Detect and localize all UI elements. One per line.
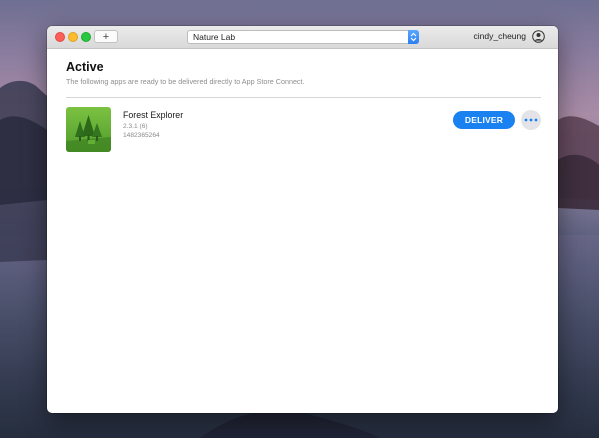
desktop-background: + Nature Lab cindy_cheung Active The fol… [0, 0, 599, 438]
app-id: 1482365264 [123, 132, 160, 139]
deliver-button[interactable]: DELIVER [453, 111, 515, 129]
ellipsis-icon [524, 118, 538, 122]
team-selector[interactable]: Nature Lab [187, 30, 419, 44]
app-version: 2.3.1 (6) [123, 123, 148, 130]
section-divider [66, 97, 541, 98]
updown-arrows-icon [408, 30, 419, 44]
section-subtitle: The following apps are ready to be deliv… [66, 77, 305, 86]
user-account-icon[interactable] [532, 30, 545, 43]
team-selector-value: Nature Lab [193, 32, 236, 42]
section-title: Active [66, 60, 104, 74]
title-bar: + Nature Lab cindy_cheung [47, 26, 558, 49]
account-name: cindy_cheung [473, 31, 526, 41]
minimize-window-button[interactable] [68, 32, 78, 42]
main-content: Active The following apps are ready to b… [47, 49, 558, 413]
close-window-button[interactable] [55, 32, 65, 42]
app-name: Forest Explorer [123, 110, 184, 120]
forest-trees-icon [66, 107, 111, 152]
more-options-button[interactable] [521, 110, 541, 130]
zoom-window-button[interactable] [81, 32, 91, 42]
add-app-button[interactable]: + [94, 30, 118, 43]
app-window: + Nature Lab cindy_cheung Active The fol… [47, 26, 558, 413]
app-list-item: Forest Explorer 2.3.1 (6) 1482365264 DEL… [66, 107, 541, 155]
